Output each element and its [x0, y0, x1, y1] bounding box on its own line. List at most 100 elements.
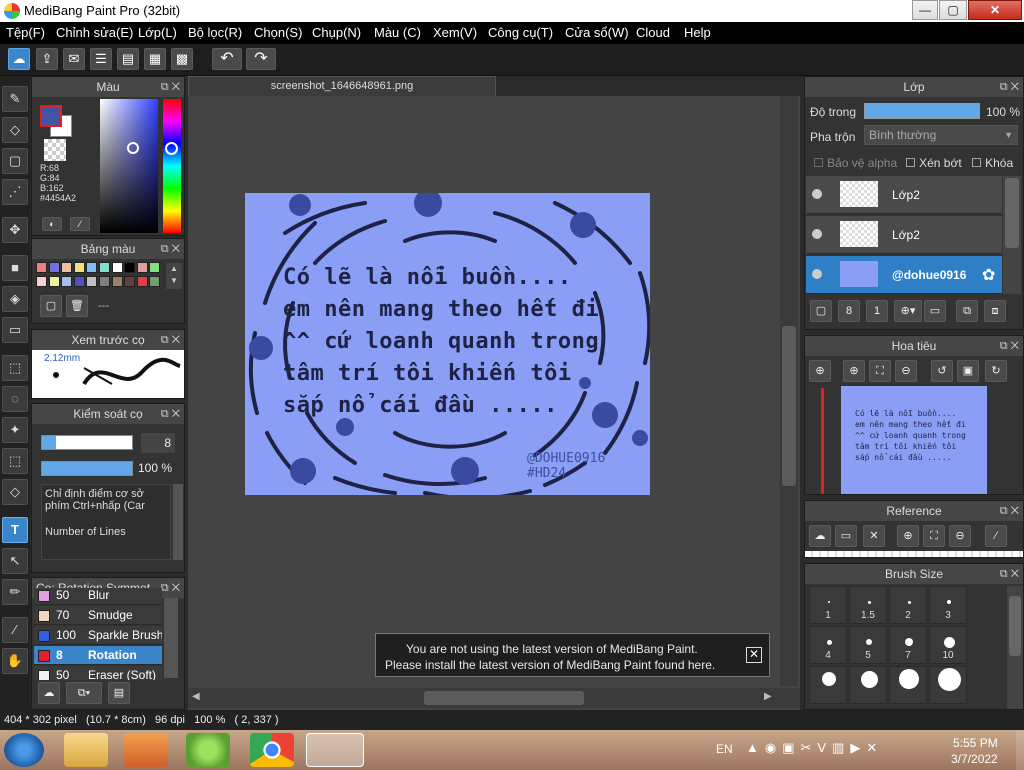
share-icon[interactable]: ⇪ [36, 48, 58, 70]
layer-opacity-slider[interactable] [864, 103, 980, 119]
palette-swatch[interactable] [124, 262, 136, 273]
select-rect-tool-icon[interactable]: ⬚ [2, 355, 28, 381]
panel-controls-icon[interactable]: ⧉ ✕ [1000, 336, 1019, 356]
cloud-save-icon[interactable]: ☁ [8, 48, 30, 70]
palette-swatch[interactable] [73, 276, 85, 287]
undo-button[interactable]: ↶ [212, 48, 242, 70]
layer-row-selected[interactable]: @dohue0916 ✿ [806, 256, 1002, 294]
minimize-button[interactable]: — [912, 0, 938, 20]
brush-size-cell[interactable] [929, 666, 967, 704]
reference-close-icon[interactable]: ✕ [863, 525, 885, 547]
palette-swatch[interactable] [99, 262, 110, 273]
speech-icon[interactable]: ☰ [90, 48, 112, 70]
panel-controls-icon[interactable]: ⧉ ✕ [161, 330, 180, 350]
artwork-canvas[interactable]: Có lẽ là nỗi buồn.... em nên mang theo h… [245, 193, 650, 495]
layer-list-scrollbar[interactable] [1003, 176, 1021, 294]
menu-file[interactable]: Tệp(F) [6, 25, 45, 40]
fit-window-icon[interactable]: ⛶ [869, 360, 891, 382]
eyedropper-tool-icon[interactable]: ⁄ [2, 617, 28, 643]
blend-mode-select[interactable]: Bình thường ▼ [864, 125, 1018, 145]
brush-size-cell[interactable] [809, 666, 847, 704]
menu-select[interactable]: Chọn(S) [254, 25, 302, 40]
show-desktop-button[interactable] [1016, 730, 1024, 770]
menu-tools[interactable]: Công cụ(T) [488, 25, 553, 40]
transparent-swatch[interactable] [44, 139, 66, 161]
tray-icons[interactable]: ▲◉▣✂V▥▶✕ [746, 740, 883, 756]
panel-controls-icon[interactable]: ⧉ ✕ [1000, 564, 1019, 584]
brush-size-slider[interactable] [41, 435, 133, 450]
brush-size-value[interactable]: 8 [141, 433, 175, 453]
reference-eyedropper-icon[interactable]: ⁄ [985, 525, 1007, 547]
text-tool-icon[interactable]: T [2, 517, 28, 543]
select-pen-tool-icon[interactable]: ⬚ [2, 448, 28, 474]
document-tab[interactable]: screenshot_1646648961.png [188, 76, 496, 96]
menu-layer[interactable]: Lớp(L) [138, 25, 177, 40]
layer-visibility-icon[interactable] [812, 189, 822, 199]
eyedropper-button[interactable]: ⁄ [70, 217, 90, 231]
app-icon[interactable] [186, 733, 230, 767]
canvas-horizontal-scrollbar[interactable]: ◀ ▶ [188, 688, 800, 708]
new-layer-icon[interactable]: ▢ [810, 300, 832, 322]
palette-swatch[interactable] [86, 276, 98, 287]
reference-open-icon[interactable]: ▭ [835, 525, 857, 547]
hue-handle[interactable] [165, 142, 178, 155]
panel-controls-icon[interactable]: ⧉ ✕ [161, 239, 180, 259]
navigator-preview[interactable]: Có lẽ là nỗi buồn.... em nên mang theo h… [841, 386, 987, 494]
palette-swatch[interactable] [48, 276, 60, 287]
menu-snap[interactable]: Chụp(N) [312, 25, 361, 40]
brush-size-cell[interactable]: 2 [889, 586, 927, 624]
brush-row[interactable]: 70 Smudge [34, 606, 162, 625]
menu-view[interactable]: Xem(V) [433, 25, 477, 40]
menu-help[interactable]: Help [684, 25, 711, 40]
canvas-vertical-scrollbar[interactable] [780, 96, 798, 686]
hscroll-thumb[interactable] [424, 691, 584, 705]
new-layer-8bit-icon[interactable]: 8 [838, 300, 860, 322]
close-window-button[interactable]: ✕ [968, 0, 1022, 20]
panel-controls-icon[interactable]: ⧉ ✕ [161, 404, 180, 424]
palette-swatch[interactable] [86, 262, 98, 273]
zoom-in-icon[interactable]: ⊕ [843, 360, 865, 382]
layer-row[interactable]: Lớp2 [806, 176, 1002, 214]
add-palette-icon[interactable]: ▢ [40, 295, 62, 317]
palette-swatch[interactable] [36, 262, 47, 273]
maximize-button[interactable]: ▢ [939, 0, 967, 20]
divide-tool-icon[interactable]: ✏ [2, 579, 28, 605]
rotate-left-icon[interactable]: ↺ [931, 360, 953, 382]
grid-icon[interactable]: ▩ [171, 48, 193, 70]
palette-swatch[interactable] [73, 262, 85, 273]
palette-swatch[interactable] [111, 276, 123, 287]
document-icon[interactable]: ▤ [117, 48, 139, 70]
clock-date[interactable]: 3/7/2022 [951, 752, 998, 766]
shape-tool-icon[interactable]: ▢ [2, 148, 28, 174]
clock-time[interactable]: 5:55 PM [953, 736, 998, 750]
brush-row[interactable]: 100 Sparkle Brush [34, 626, 162, 645]
panel-controls-icon[interactable]: ⧉ ✕ [1000, 77, 1019, 97]
menu-cloud[interactable]: Cloud [636, 25, 670, 40]
brush-row[interactable]: 50 Blur [34, 588, 162, 605]
palette-swatch[interactable] [136, 262, 148, 273]
brush-settings-scrollbar[interactable] [173, 484, 183, 560]
protect-alpha-checkbox[interactable]: ☐ Bảo vệ alpha [813, 156, 897, 170]
hand-tool-icon[interactable]: ✋ [2, 648, 28, 674]
scroll-right-arrow-icon[interactable]: ▶ [764, 691, 772, 702]
panel-controls-icon[interactable]: ⧉ ✕ [161, 578, 180, 598]
brush-size-cell[interactable]: 4 [809, 626, 847, 664]
palette-swatch[interactable] [136, 276, 148, 287]
palette-swatch[interactable] [61, 276, 73, 287]
lock-checkbox[interactable]: ☐ Khóa [971, 156, 1013, 170]
palette-swatch[interactable] [124, 276, 136, 287]
redo-button[interactable]: ↷ [246, 48, 276, 70]
brush-size-cell[interactable] [889, 666, 927, 704]
menu-edit[interactable]: Chỉnh sửa(E) [56, 25, 133, 40]
brush-row[interactable]: 50 Eraser (Soft) [34, 666, 162, 680]
brush-copy-icon[interactable]: ▤ [108, 682, 130, 704]
panel-controls-icon[interactable]: ⧉ ✕ [1000, 501, 1019, 521]
media-player-icon[interactable] [124, 733, 168, 767]
update-notification[interactable]: You are not using the latest version of … [375, 633, 770, 677]
magic-wand-tool-icon[interactable]: ✦ [2, 417, 28, 443]
clip-checkbox[interactable]: ☐ Xén bớt [905, 156, 962, 170]
brush-list-scrollbar[interactable] [164, 598, 178, 678]
language-indicator[interactable]: EN [716, 742, 733, 756]
dot-line-tool-icon[interactable]: ⋰ [2, 179, 28, 205]
rotate-right-icon[interactable]: ↻ [985, 360, 1007, 382]
